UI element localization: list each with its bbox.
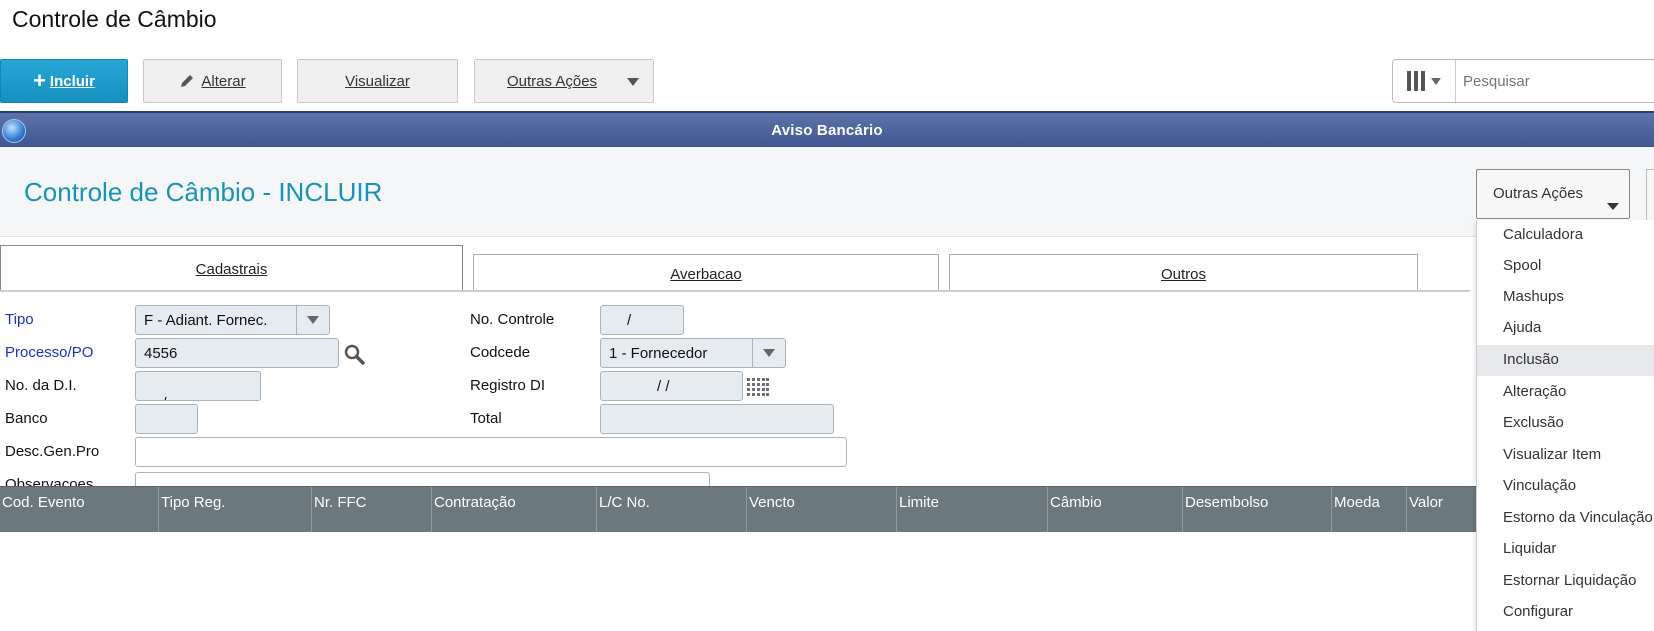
chevron-down-icon xyxy=(296,306,329,334)
dialog-title-bar: Aviso Bancário xyxy=(0,111,1654,149)
grid-header: Cod. Evento Tipo Reg. Nr. FFC Contrataçã… xyxy=(0,486,1478,533)
tab-averbacao[interactable]: Averbacao xyxy=(473,254,939,291)
no-controle-input[interactable]: / xyxy=(600,305,684,335)
total-label: Total xyxy=(470,410,502,427)
menu-item-estorno-vinculacao[interactable]: Estorno da Vinculação xyxy=(1477,503,1654,534)
column-header[interactable]: Vencto xyxy=(746,487,896,533)
no-di-label: No. da D.I. xyxy=(5,377,77,394)
chevron-down-icon xyxy=(627,78,639,86)
codcede-value: 1 - Fornecedor xyxy=(609,345,708,362)
dialog-title: Aviso Bancário xyxy=(771,122,883,139)
form-secondary-button[interactable] xyxy=(1646,169,1654,221)
column-header[interactable]: Cod. Evento xyxy=(0,487,158,533)
search-icon[interactable] xyxy=(343,343,365,365)
column-header[interactable]: Nr. FFC xyxy=(311,487,431,533)
tab-cadastrais[interactable]: Cadastrais xyxy=(0,245,463,291)
column-header[interactable]: Desembolso xyxy=(1182,487,1331,533)
observacoes-input[interactable] xyxy=(135,472,710,486)
tab-divider xyxy=(0,290,1470,292)
menu-item-inclusao[interactable]: Inclusão xyxy=(1477,345,1654,376)
no-controle-label: No. Controle xyxy=(470,311,555,328)
outras-acoes-button[interactable]: Outras Ações xyxy=(474,59,654,103)
no-controle-value: / xyxy=(627,312,632,329)
plus-icon: + xyxy=(33,68,46,93)
tab-label: Cadastrais xyxy=(195,261,268,278)
total-input[interactable] xyxy=(600,404,834,434)
page-title: Controle de Câmbio xyxy=(12,6,217,32)
menu-item-visualizar-item[interactable]: Visualizar Item xyxy=(1477,440,1654,471)
chevron-down-icon xyxy=(1607,203,1619,210)
menu-item-alteracao[interactable]: Alteração xyxy=(1477,377,1654,408)
outras-acoes-menu: Calculadora Spool Mashups Ajuda Inclusão… xyxy=(1476,220,1654,631)
column-header[interactable]: Limite xyxy=(896,487,1047,533)
form-title: Controle de Câmbio - INCLUIR xyxy=(24,177,383,207)
observacoes-clip: Observacoes xyxy=(0,472,720,486)
menu-item-calculadora[interactable]: Calculadora xyxy=(1477,220,1654,251)
desc-gen-pro-input[interactable] xyxy=(135,437,847,467)
outras-acoes-button-label: Outras Ações xyxy=(507,72,598,90)
columns-icon xyxy=(1407,71,1425,91)
tab-outros[interactable]: Outros xyxy=(949,254,1418,291)
column-header[interactable]: Moeda xyxy=(1331,487,1406,533)
tipo-select[interactable]: F - Adiant. Fornec. xyxy=(135,305,330,335)
tipo-value: F - Adiant. Fornec. xyxy=(144,312,268,329)
menu-item-configurar[interactable]: Configurar xyxy=(1477,597,1654,628)
column-header[interactable]: Câmbio xyxy=(1047,487,1182,533)
visualizar-button[interactable]: Visualizar xyxy=(297,59,458,103)
banco-label: Banco xyxy=(5,410,48,427)
chevron-down-icon xyxy=(752,339,785,367)
menu-item-ajuda[interactable]: Ajuda xyxy=(1477,313,1654,344)
column-header[interactable]: L/C No. xyxy=(596,487,746,533)
column-header[interactable]: Tipo Reg. xyxy=(158,487,311,533)
processo-value: 4556 xyxy=(144,345,178,362)
tab-label: Averbacao xyxy=(670,266,742,283)
column-header[interactable]: Contratação xyxy=(431,487,596,533)
processo-input[interactable]: 4556 xyxy=(135,338,339,368)
menu-item-vinculacao[interactable]: Vinculação xyxy=(1477,471,1654,502)
registro-di-value: / / xyxy=(657,378,670,395)
menu-item-estornar-liquidacao[interactable]: Estornar Liquidação xyxy=(1477,566,1654,597)
observacoes-label: Observacoes xyxy=(5,476,94,486)
form-outras-acoes-label: Outras Ações xyxy=(1493,185,1584,202)
tab-label: Outros xyxy=(1160,266,1206,283)
incluir-button[interactable]: + Incluir xyxy=(0,59,128,103)
calendar-icon[interactable] xyxy=(747,378,769,396)
visualizar-button-label: Visualizar xyxy=(345,72,410,90)
menu-item-liquidar[interactable]: Liquidar xyxy=(1477,534,1654,565)
search-box xyxy=(1392,59,1654,103)
alterar-button-label: Alterar xyxy=(201,72,246,90)
registro-di-input[interactable]: / / xyxy=(600,371,743,401)
form-outras-acoes-button[interactable]: Outras Ações xyxy=(1476,169,1630,219)
registro-di-label: Registro DI xyxy=(470,377,546,394)
incluir-button-label: Incluir xyxy=(49,72,95,90)
tipo-label: Tipo xyxy=(5,311,34,328)
desc-gen-pro-label: Desc.Gen.Pro xyxy=(5,443,100,460)
no-di-input[interactable]: / - xyxy=(135,371,261,401)
menu-item-spool[interactable]: Spool xyxy=(1477,251,1654,282)
chevron-down-icon xyxy=(1431,77,1441,85)
column-view-toggle[interactable] xyxy=(1393,60,1456,102)
menu-item-mashups[interactable]: Mashups xyxy=(1477,282,1654,313)
no-di-value: / - xyxy=(162,395,196,400)
grid-body xyxy=(0,532,1478,631)
column-header[interactable]: Valor xyxy=(1406,487,1478,533)
codcede-label: Codcede xyxy=(470,344,531,361)
pencil-icon xyxy=(181,75,194,87)
alterar-button[interactable]: Alterar xyxy=(143,59,282,103)
processo-label: Processo/PO xyxy=(5,344,94,361)
codcede-select[interactable]: 1 - Fornecedor xyxy=(600,338,786,368)
menu-item-exclusao[interactable]: Exclusão xyxy=(1477,408,1654,439)
banco-input[interactable] xyxy=(135,404,198,434)
search-input[interactable] xyxy=(1459,60,1654,102)
